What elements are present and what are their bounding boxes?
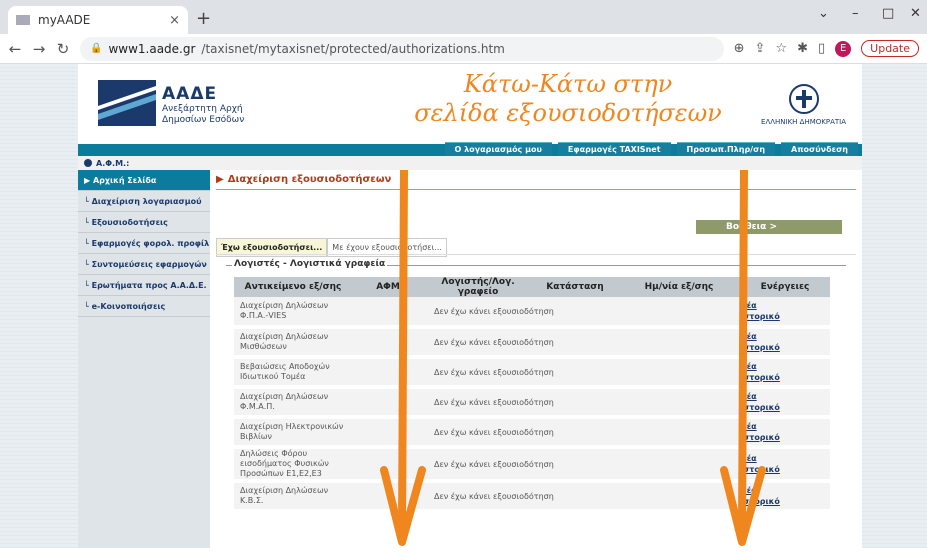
row-object: Διαχείριση Δηλώσεων Φ.Μ.Α.Π. xyxy=(234,387,352,419)
forward-icon[interactable]: → xyxy=(32,40,46,58)
annotation-title: Κάτω-Κάτω στην σελίδα εξουσιοδοτήσεων xyxy=(408,70,728,128)
row-status: Δεν έχω κάνει εξουσιοδότηση xyxy=(424,417,618,449)
browser-tabbar: myAADE × + ⌄ – □ ✕ xyxy=(0,0,927,34)
user-bar: Α.Φ.Μ.: xyxy=(78,156,862,170)
greek-seal-icon xyxy=(788,84,819,114)
arrow-down-right-icon xyxy=(720,170,766,546)
profile-avatar[interactable]: E xyxy=(835,40,852,57)
url-path: /taxisnet/mytaxisnet/protected/authoriza… xyxy=(201,41,505,56)
nav-my-account[interactable]: Ο λογαριασμός μου xyxy=(444,142,552,156)
row-object: Βεβαιώσεις Αποδοχών Ιδιωτικού Τομέα xyxy=(234,357,352,389)
sidebar-item-questions[interactable]: └ Ερωτήματα προς Α.Α.Δ.Ε. xyxy=(78,275,210,296)
sidebar-item-account[interactable]: └ Διαχείριση λογαριασμού xyxy=(78,191,210,212)
sidebar-item-enotifications[interactable]: └ e-Κοινοποιήσεις xyxy=(78,296,210,317)
sidebar-item-tax-profile[interactable]: └ Εφαρμογές φορολ. προφίλ xyxy=(78,233,210,254)
sidebar-item-home[interactable]: ▶ Αρχική Σελίδα xyxy=(78,170,210,191)
page-background: ΑΑΔΕ Ανεξάρτητη Αρχή Δημοσίων Εσόδων Κάτ… xyxy=(0,64,927,548)
brand-line2: Δημοσίων Εσόδων xyxy=(162,115,245,125)
sidebar-item-authorizations[interactable]: └ Εξουσιοδοτήσεις xyxy=(78,212,210,233)
row-status: Δεν έχω κάνει εξουσιοδότηση xyxy=(424,447,618,483)
reload-icon[interactable]: ↻ xyxy=(56,40,70,58)
nav-logout[interactable]: Αποσύνδεση xyxy=(781,142,858,156)
site-header: ΑΑΔΕ Ανεξάρτητη Αρχή Δημοσίων Εσόδων Κάτ… xyxy=(78,64,862,144)
col-accountant: Λογιστής/Λογ. γραφείο xyxy=(424,277,532,297)
row-status: Δεν έχω κάνει εξουσιοδότηση xyxy=(424,387,618,419)
sidebar: ▶ Αρχική Σελίδα └ Διαχείριση λογαριασμού… xyxy=(78,170,210,548)
annotation-line1: Κάτω-Κάτω στην xyxy=(463,70,673,98)
close-window-button[interactable]: ✕ xyxy=(910,6,921,21)
gov-emblem: ΕΛΛΗΝΙΚΗ ΔΗΜΟΚΡΑΤΙΑ xyxy=(761,84,846,126)
brand-block: ΑΑΔΕ Ανεξάρτητη Αρχή Δημοσίων Εσόδων xyxy=(162,84,244,126)
row-status: Δεν έχω κάνει εξουσιοδότηση xyxy=(424,327,618,359)
share-icon[interactable]: ⇪ xyxy=(755,41,766,56)
address-bar-row: ← → ↻ 🔒 www1.aade.gr/taxisnet/mytaxisnet… xyxy=(0,34,927,64)
back-icon[interactable]: ← xyxy=(8,40,22,58)
brand-line1: Ανεξάρτητη Αρχή xyxy=(162,104,243,114)
update-button[interactable]: Update xyxy=(861,40,919,57)
user-icon xyxy=(84,159,92,167)
row-status: Δεν έχω κάνει εξουσιοδότηση xyxy=(424,297,618,329)
sidepanel-icon[interactable]: ▯ xyxy=(818,41,825,56)
row-status: Δεν έχω κάνει εξουσιοδότηση xyxy=(424,481,618,513)
aade-logo-icon xyxy=(98,80,156,126)
top-navigation: Ο λογαριασμός μου Εφαρμογές TAXISnet Προ… xyxy=(78,142,862,156)
row-object: Διαχείριση Δηλώσεων Φ.Π.Α.-VIES xyxy=(234,297,352,329)
sidebar-item-shortcuts[interactable]: └ Συντομεύσεις εφαρμογών xyxy=(78,254,210,275)
zoom-icon[interactable]: ⊕ xyxy=(734,41,745,56)
annotation-line2: σελίδα εξουσιοδοτήσεων xyxy=(414,99,722,127)
tab-close-icon[interactable]: × xyxy=(169,13,180,28)
lock-icon: 🔒 xyxy=(90,43,103,54)
gov-label: ΕΛΛΗΝΙΚΗ ΔΗΜΟΚΡΑΤΙΑ xyxy=(761,118,846,126)
new-tab-button[interactable]: + xyxy=(196,8,211,29)
row-status: Δεν έχω κάνει εξουσιοδότηση xyxy=(424,357,618,389)
row-object: Δηλώσεις Φόρου εισοδήματος Φυσικών Προσώ… xyxy=(234,447,352,483)
arrow-down-left-icon xyxy=(380,170,426,546)
brand-name: ΑΑΔΕ xyxy=(162,84,218,104)
extensions-icon[interactable]: ✱ xyxy=(797,41,808,56)
nav-personal-info[interactable]: Προσωπ.Πληρ/ση xyxy=(676,142,776,156)
nav-taxisnet-apps[interactable]: Εφαρμογές TAXISnet xyxy=(557,142,671,156)
url-domain: www1.aade.gr xyxy=(108,41,196,56)
col-status: Κατάσταση xyxy=(532,277,618,297)
afm-label: Α.Φ.Μ.: xyxy=(96,158,130,168)
row-object: Διαχείριση Δηλώσεων Μισθώσεων xyxy=(234,327,352,359)
url-field[interactable]: 🔒 www1.aade.gr/taxisnet/mytaxisnet/prote… xyxy=(80,36,724,61)
row-object: Διαχείριση Δηλώσεων Κ.Β.Σ. xyxy=(234,481,352,513)
maximize-button[interactable]: □ xyxy=(882,6,894,21)
row-object: Διαχείριση Ηλεκτρονικών Βιβλίων xyxy=(234,417,352,449)
tab-title: myAADE xyxy=(38,13,91,27)
fieldset-title: Λογιστές - Λογιστικά γραφεία xyxy=(232,259,388,269)
tab-search-icon[interactable]: ⌄ xyxy=(818,6,829,21)
favicon-icon xyxy=(16,15,30,25)
col-object: Αντικείμενο εξ/σης xyxy=(234,277,352,297)
minimize-button[interactable]: – xyxy=(852,6,859,21)
browser-tab[interactable]: myAADE × xyxy=(8,6,188,34)
bookmark-star-icon[interactable]: ☆ xyxy=(775,41,787,56)
